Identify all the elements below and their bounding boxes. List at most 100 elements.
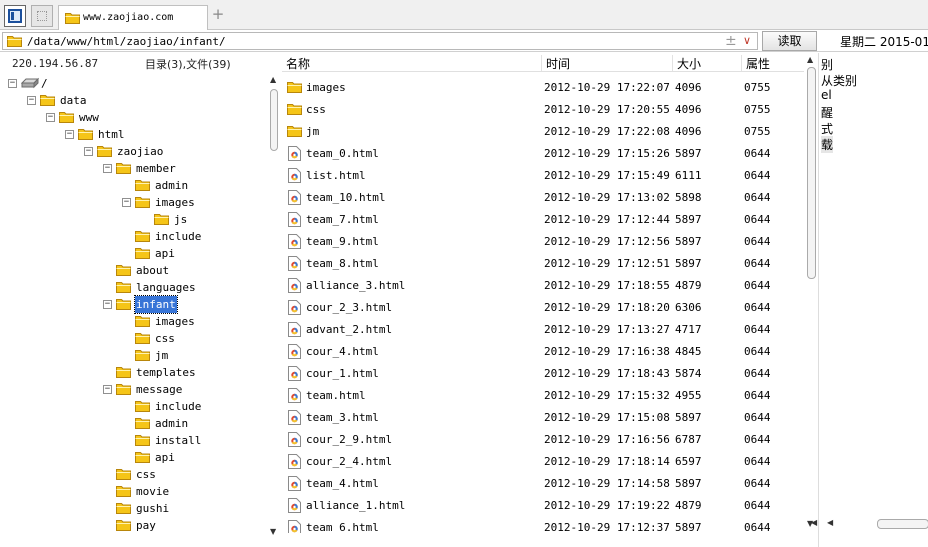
folder-icon bbox=[65, 12, 80, 24]
file-list-scrollbar[interactable]: ▲ ▼ bbox=[804, 53, 818, 533]
file-row[interactable]: team_3.html 2012-10-29 17:15:08 5897 0644 bbox=[282, 407, 804, 429]
cell-size: 6306 bbox=[675, 301, 702, 314]
read-button[interactable]: 读取 bbox=[762, 31, 817, 51]
cell-perm: 0644 bbox=[744, 257, 771, 270]
column-size[interactable]: 大小 bbox=[672, 55, 701, 71]
file-list-scroll-thumb[interactable] bbox=[807, 67, 816, 279]
add-tab-button[interactable]: + bbox=[211, 7, 225, 22]
column-perm[interactable]: 属性 bbox=[741, 55, 770, 71]
path-input[interactable]: /data/www/html/zaojiao/infant/ ± ∨ bbox=[2, 32, 758, 50]
file-row[interactable]: cour_1.html 2012-10-29 17:18:43 5874 0644 bbox=[282, 363, 804, 385]
side-scrollbar[interactable]: ◀ ◀ bbox=[811, 517, 928, 531]
scroll-down-icon[interactable]: ▼ bbox=[270, 527, 276, 536]
cell-name: cour_4.html bbox=[306, 345, 379, 358]
side-item[interactable]: el bbox=[821, 88, 832, 102]
cell-size: 4845 bbox=[675, 345, 702, 358]
side-scroll-thumb[interactable] bbox=[877, 519, 928, 529]
cell-time: 2012-10-29 17:15:32 bbox=[544, 389, 670, 402]
chevron-down-icon[interactable]: ∨ bbox=[743, 34, 751, 47]
collapse-icon[interactable]: − bbox=[65, 130, 74, 139]
side-item[interactable]: 从类别 bbox=[821, 72, 857, 89]
column-name[interactable]: 名称 bbox=[282, 55, 310, 71]
collapse-icon[interactable]: − bbox=[122, 198, 131, 207]
file-row[interactable]: team_8.html 2012-10-29 17:12:51 5897 0644 bbox=[282, 253, 804, 275]
cell-perm: 0644 bbox=[744, 521, 771, 533]
file-row[interactable]: team_9.html 2012-10-29 17:12:56 5897 0644 bbox=[282, 231, 804, 253]
html-file-icon bbox=[288, 388, 301, 403]
cell-size: 4879 bbox=[675, 279, 702, 292]
cell-time: 2012-10-29 17:13:02 bbox=[544, 191, 670, 204]
folder-icon bbox=[59, 111, 74, 123]
cell-time: 2012-10-29 17:18:20 bbox=[544, 301, 670, 314]
bookmark-add-icon[interactable]: ± bbox=[725, 33, 737, 49]
cell-name: advant_2.html bbox=[306, 323, 393, 336]
cell-time: 2012-10-29 17:12:51 bbox=[544, 257, 670, 270]
tree-node-label: install bbox=[155, 434, 202, 447]
file-row[interactable]: team_4.html 2012-10-29 17:14:58 5897 0644 bbox=[282, 473, 804, 495]
cell-perm: 0644 bbox=[744, 279, 771, 292]
html-file-icon bbox=[288, 256, 301, 271]
side-item[interactable]: 式 bbox=[821, 120, 833, 137]
file-row[interactable]: team.html 2012-10-29 17:15:32 4955 0644 bbox=[282, 385, 804, 407]
panel-toggle-button[interactable] bbox=[4, 5, 26, 27]
side-item[interactable]: 醒 bbox=[821, 104, 833, 121]
file-row[interactable]: alliance_3.html 2012-10-29 17:18:55 4879 06… bbox=[282, 275, 804, 297]
collapse-icon[interactable]: − bbox=[103, 385, 112, 394]
file-row[interactable]: cour_2_9.html 2012-10-29 17:16:56 6787 0644 bbox=[282, 429, 804, 451]
secondary-toggle-button[interactable] bbox=[31, 5, 53, 27]
cell-size: 5897 bbox=[675, 147, 702, 160]
file-row[interactable]: team_7.html 2012-10-29 17:12:44 5897 0644 bbox=[282, 209, 804, 231]
cell-size: 4879 bbox=[675, 499, 702, 512]
cell-perm: 0644 bbox=[744, 169, 771, 182]
folder-icon bbox=[40, 94, 55, 106]
file-row[interactable]: team_6.html 2012-10-29 17:12:37 5897 0644 bbox=[282, 517, 804, 533]
cell-size: 6597 bbox=[675, 455, 702, 468]
html-file-icon bbox=[288, 520, 301, 533]
file-row[interactable]: css 2012-10-29 17:20:55 4096 0755 bbox=[282, 99, 804, 121]
folder-icon bbox=[116, 485, 131, 497]
tree-scrollbar[interactable]: ▲ ▼ bbox=[268, 75, 280, 537]
scroll-left-icon[interactable]: ◀ bbox=[827, 518, 833, 527]
folder-icon bbox=[287, 81, 302, 93]
collapse-icon[interactable]: − bbox=[103, 300, 112, 309]
file-row[interactable]: alliance_1.html 2012-10-29 17:19:22 4879 06… bbox=[282, 495, 804, 517]
file-row[interactable]: list.html 2012-10-29 17:15:49 6111 0644 bbox=[282, 165, 804, 187]
tree-node-label: css bbox=[155, 332, 175, 345]
collapse-icon[interactable]: − bbox=[46, 113, 55, 122]
tree-node-label: zaojiao bbox=[117, 145, 164, 158]
scroll-up-icon[interactable]: ▲ bbox=[807, 55, 813, 64]
path-text: /data/www/html/zaojiao/infant/ bbox=[27, 35, 226, 48]
file-row[interactable]: cour_2_4.html 2012-10-29 17:18:14 6597 0644 bbox=[282, 451, 804, 473]
html-file-icon bbox=[288, 300, 301, 315]
tree-node-label: include bbox=[155, 400, 202, 413]
file-row[interactable]: team_0.html 2012-10-29 17:15:26 5897 0644 bbox=[282, 143, 804, 165]
scroll-left-icon[interactable]: ◀ bbox=[811, 518, 817, 527]
folder-icon bbox=[97, 145, 112, 157]
collapse-icon[interactable]: − bbox=[103, 164, 112, 173]
scroll-up-icon[interactable]: ▲ bbox=[270, 75, 276, 84]
cell-perm: 0644 bbox=[744, 433, 771, 446]
column-time[interactable]: 时间 bbox=[541, 55, 570, 71]
folder-icon bbox=[116, 298, 131, 310]
file-row[interactable]: cour_2_3.html 2012-10-29 17:18:20 6306 0644 bbox=[282, 297, 804, 319]
folder-icon bbox=[154, 213, 169, 225]
html-file-icon bbox=[288, 234, 301, 249]
folder-icon bbox=[135, 332, 150, 344]
side-item[interactable]: 载 bbox=[821, 136, 834, 153]
folder-icon bbox=[78, 128, 93, 140]
file-row[interactable]: jm 2012-10-29 17:22:08 4096 0755 bbox=[282, 121, 804, 143]
collapse-icon[interactable]: − bbox=[8, 79, 17, 88]
collapse-icon[interactable]: − bbox=[27, 96, 36, 105]
file-row[interactable]: team_10.html 2012-10-29 17:13:02 5898 0644 bbox=[282, 187, 804, 209]
cell-perm: 0644 bbox=[744, 411, 771, 424]
file-row[interactable]: advant_2.html 2012-10-29 17:13:27 4717 0644 bbox=[282, 319, 804, 341]
collapse-icon[interactable]: − bbox=[84, 147, 93, 156]
tree-scroll-thumb[interactable] bbox=[270, 89, 278, 151]
side-item[interactable]: 别 bbox=[821, 56, 833, 73]
file-row[interactable]: cour_4.html 2012-10-29 17:16:38 4845 0644 bbox=[282, 341, 804, 363]
file-row[interactable]: images 2012-10-29 17:22:07 4096 0755 bbox=[282, 77, 804, 99]
tree-node-label: / bbox=[41, 77, 48, 90]
tab-zaojiao[interactable]: www.zaojiao.com bbox=[58, 5, 208, 30]
html-file-icon bbox=[288, 410, 301, 425]
directory-tree: − / − data − www − html − zaojiao − member admin − ima… bbox=[0, 75, 270, 537]
